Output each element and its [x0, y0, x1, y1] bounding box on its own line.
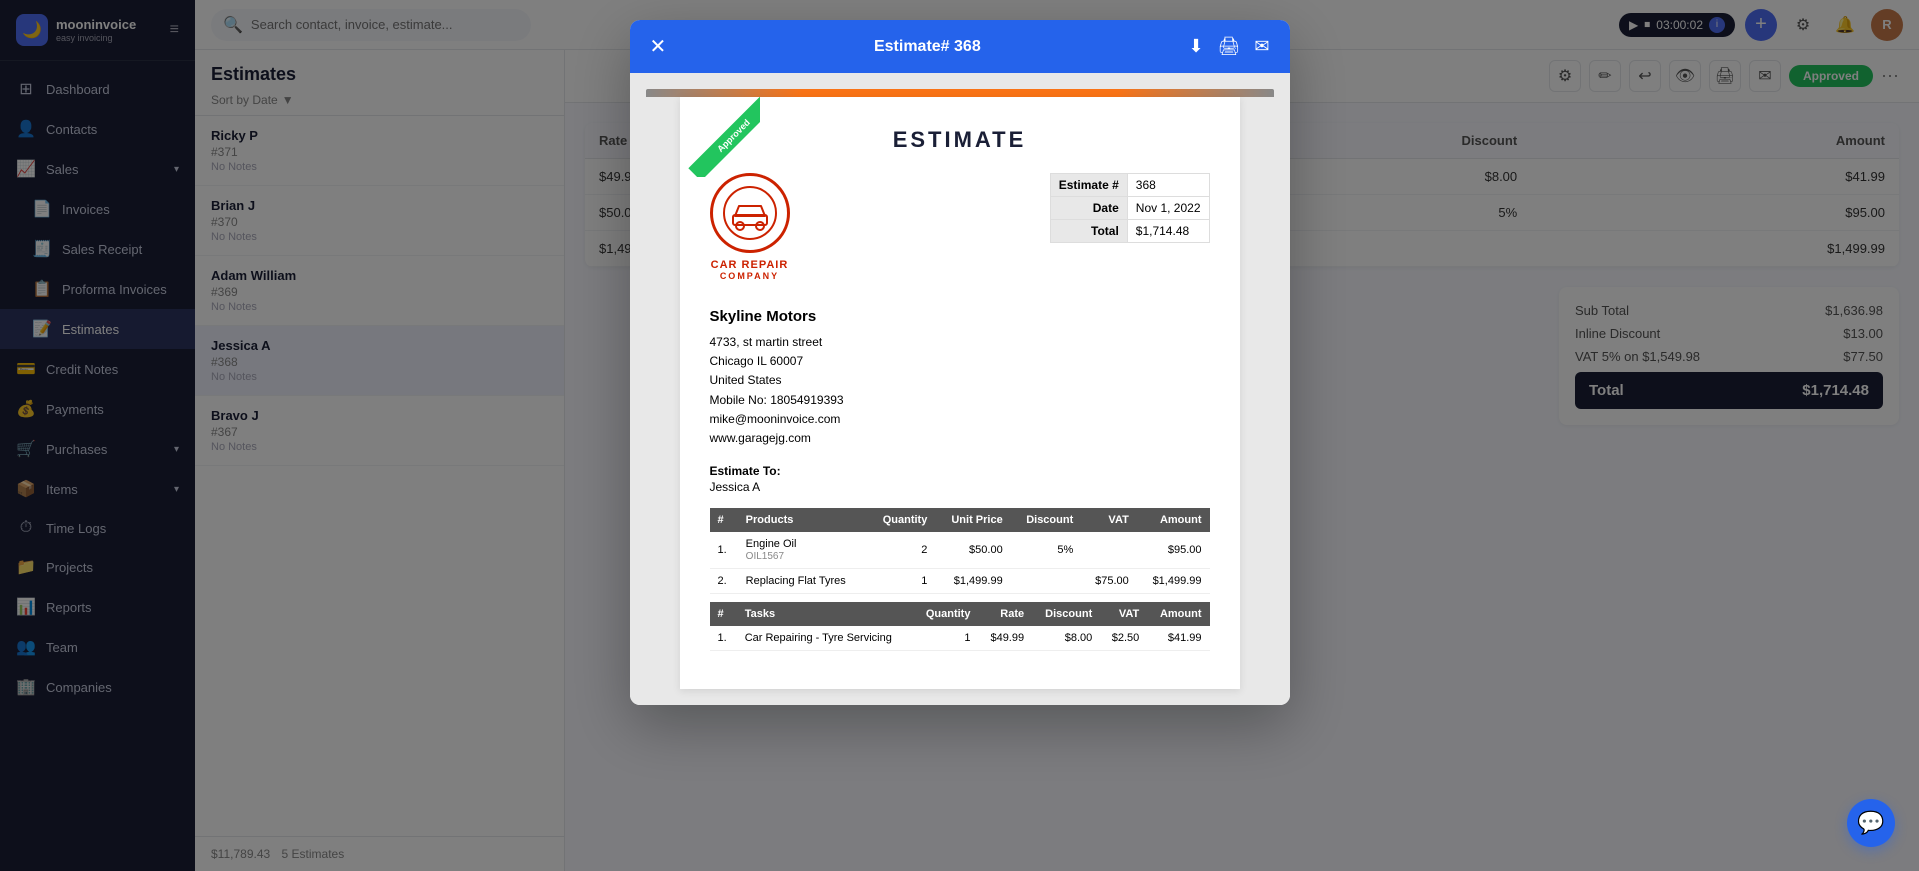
car-repair-logo — [710, 173, 790, 253]
task-col-discount: Discount — [1032, 602, 1100, 626]
col-num: # — [710, 508, 738, 532]
modal-action-icons: ⬇ 🖨 ✉ — [1188, 36, 1269, 57]
modal-close-btn[interactable]: ✕ — [650, 34, 667, 59]
modal-header: ✕ Estimate# 368 ⬇ 🖨 ✉ — [630, 20, 1290, 73]
company-name: Skyline Motors — [710, 305, 1210, 329]
p-num: 1. — [710, 532, 738, 569]
tasks-table: # Tasks Quantity Rate Discount VAT Amoun… — [710, 602, 1210, 651]
task-col-vat: VAT — [1100, 602, 1147, 626]
product-row: 1. Engine OilOIL1567 2 $50.00 5% $95.00 — [710, 532, 1210, 569]
doc-top: CAR REPAIR COMPANY Estimate # 368 Date N… — [710, 173, 1210, 281]
t-qty: 1 — [913, 626, 979, 651]
p-name: Replacing Flat Tyres — [738, 569, 868, 594]
estimate-to-label: Estimate To: — [710, 464, 1210, 478]
p-discount — [1011, 569, 1082, 594]
p-discount: 5% — [1011, 532, 1082, 569]
website: www.garagejg.com — [710, 429, 1210, 448]
t-amount: $41.99 — [1147, 626, 1209, 651]
task-col-qty: Quantity — [913, 602, 979, 626]
t-name: Car Repairing - Tyre Servicing — [737, 626, 913, 651]
col-qty: Quantity — [868, 508, 936, 532]
modal-download-btn[interactable]: ⬇ — [1188, 36, 1203, 57]
col-vat: VAT — [1081, 508, 1137, 532]
address-line1: 4733, st martin street — [710, 333, 1210, 352]
car-repair-label: CAR REPAIR COMPANY — [711, 259, 789, 281]
t-discount: $8.00 — [1032, 626, 1100, 651]
doc-stripe — [646, 89, 1274, 97]
products-table: # Products Quantity Unit Price Discount … — [710, 508, 1210, 594]
col-products: Products — [738, 508, 868, 532]
task-col-amount: Amount — [1147, 602, 1209, 626]
modal-print-btn[interactable]: 🖨 — [1218, 36, 1241, 57]
p-vat: $75.00 — [1081, 569, 1137, 594]
doc-to: Estimate To: Jessica A — [710, 464, 1210, 494]
modal-email-btn[interactable]: ✉ — [1254, 36, 1269, 57]
t-vat: $2.50 — [1100, 626, 1147, 651]
t-rate: $49.99 — [978, 626, 1032, 651]
t-num: 1. — [710, 626, 737, 651]
p-qty: 1 — [868, 569, 936, 594]
estimate-num-label: Estimate # — [1050, 174, 1127, 197]
modal-overlay[interactable]: ✕ Estimate# 368 ⬇ 🖨 ✉ Approved ESTIMATE — [0, 0, 1919, 871]
p-vat — [1081, 532, 1137, 569]
approved-ribbon-text: Approved — [688, 97, 760, 177]
p-amount: $1,499.99 — [1137, 569, 1210, 594]
total-meta-value: $1,714.48 — [1127, 220, 1209, 243]
col-unit-price: Unit Price — [935, 508, 1010, 532]
product-row: 2. Replacing Flat Tyres 1 $1,499.99 $75.… — [710, 569, 1210, 594]
col-amount: Amount — [1137, 508, 1210, 532]
chat-button[interactable]: 💬 — [1847, 799, 1895, 847]
car-icon — [723, 186, 777, 240]
doc-heading: ESTIMATE — [710, 127, 1210, 153]
date-label: Date — [1050, 197, 1127, 220]
doc-logo: CAR REPAIR COMPANY — [710, 173, 790, 281]
address-line2: Chicago IL 60007 — [710, 352, 1210, 371]
estimate-num-value: 368 — [1127, 174, 1209, 197]
estimate-document: Approved ESTIMATE — [680, 97, 1240, 689]
p-name: Engine OilOIL1567 — [738, 532, 868, 569]
task-col-rate: Rate — [978, 602, 1032, 626]
modal-title: Estimate# 368 — [666, 38, 1188, 56]
task-col-tasks: Tasks — [737, 602, 913, 626]
total-meta-label: Total — [1050, 220, 1127, 243]
p-unit-price: $1,499.99 — [935, 569, 1010, 594]
col-discount: Discount — [1011, 508, 1082, 532]
mobile: Mobile No: 18054919393 — [710, 391, 1210, 410]
task-row: 1. Car Repairing - Tyre Servicing 1 $49.… — [710, 626, 1210, 651]
p-unit-price: $50.00 — [935, 532, 1010, 569]
p-num: 2. — [710, 569, 738, 594]
approved-corner: Approved — [680, 97, 760, 177]
doc-from: Skyline Motors 4733, st martin street Ch… — [710, 305, 1210, 448]
p-amount: $95.00 — [1137, 532, 1210, 569]
estimate-modal: ✕ Estimate# 368 ⬇ 🖨 ✉ Approved ESTIMATE — [630, 20, 1290, 705]
task-col-num: # — [710, 602, 737, 626]
modal-body: Approved ESTIMATE — [630, 73, 1290, 705]
estimate-to-value: Jessica A — [710, 480, 1210, 494]
doc-meta-table: Estimate # 368 Date Nov 1, 2022 Total $1… — [1050, 173, 1210, 243]
address-line3: United States — [710, 371, 1210, 390]
p-qty: 2 — [868, 532, 936, 569]
email: mike@mooninvoice.com — [710, 410, 1210, 429]
date-value: Nov 1, 2022 — [1127, 197, 1209, 220]
